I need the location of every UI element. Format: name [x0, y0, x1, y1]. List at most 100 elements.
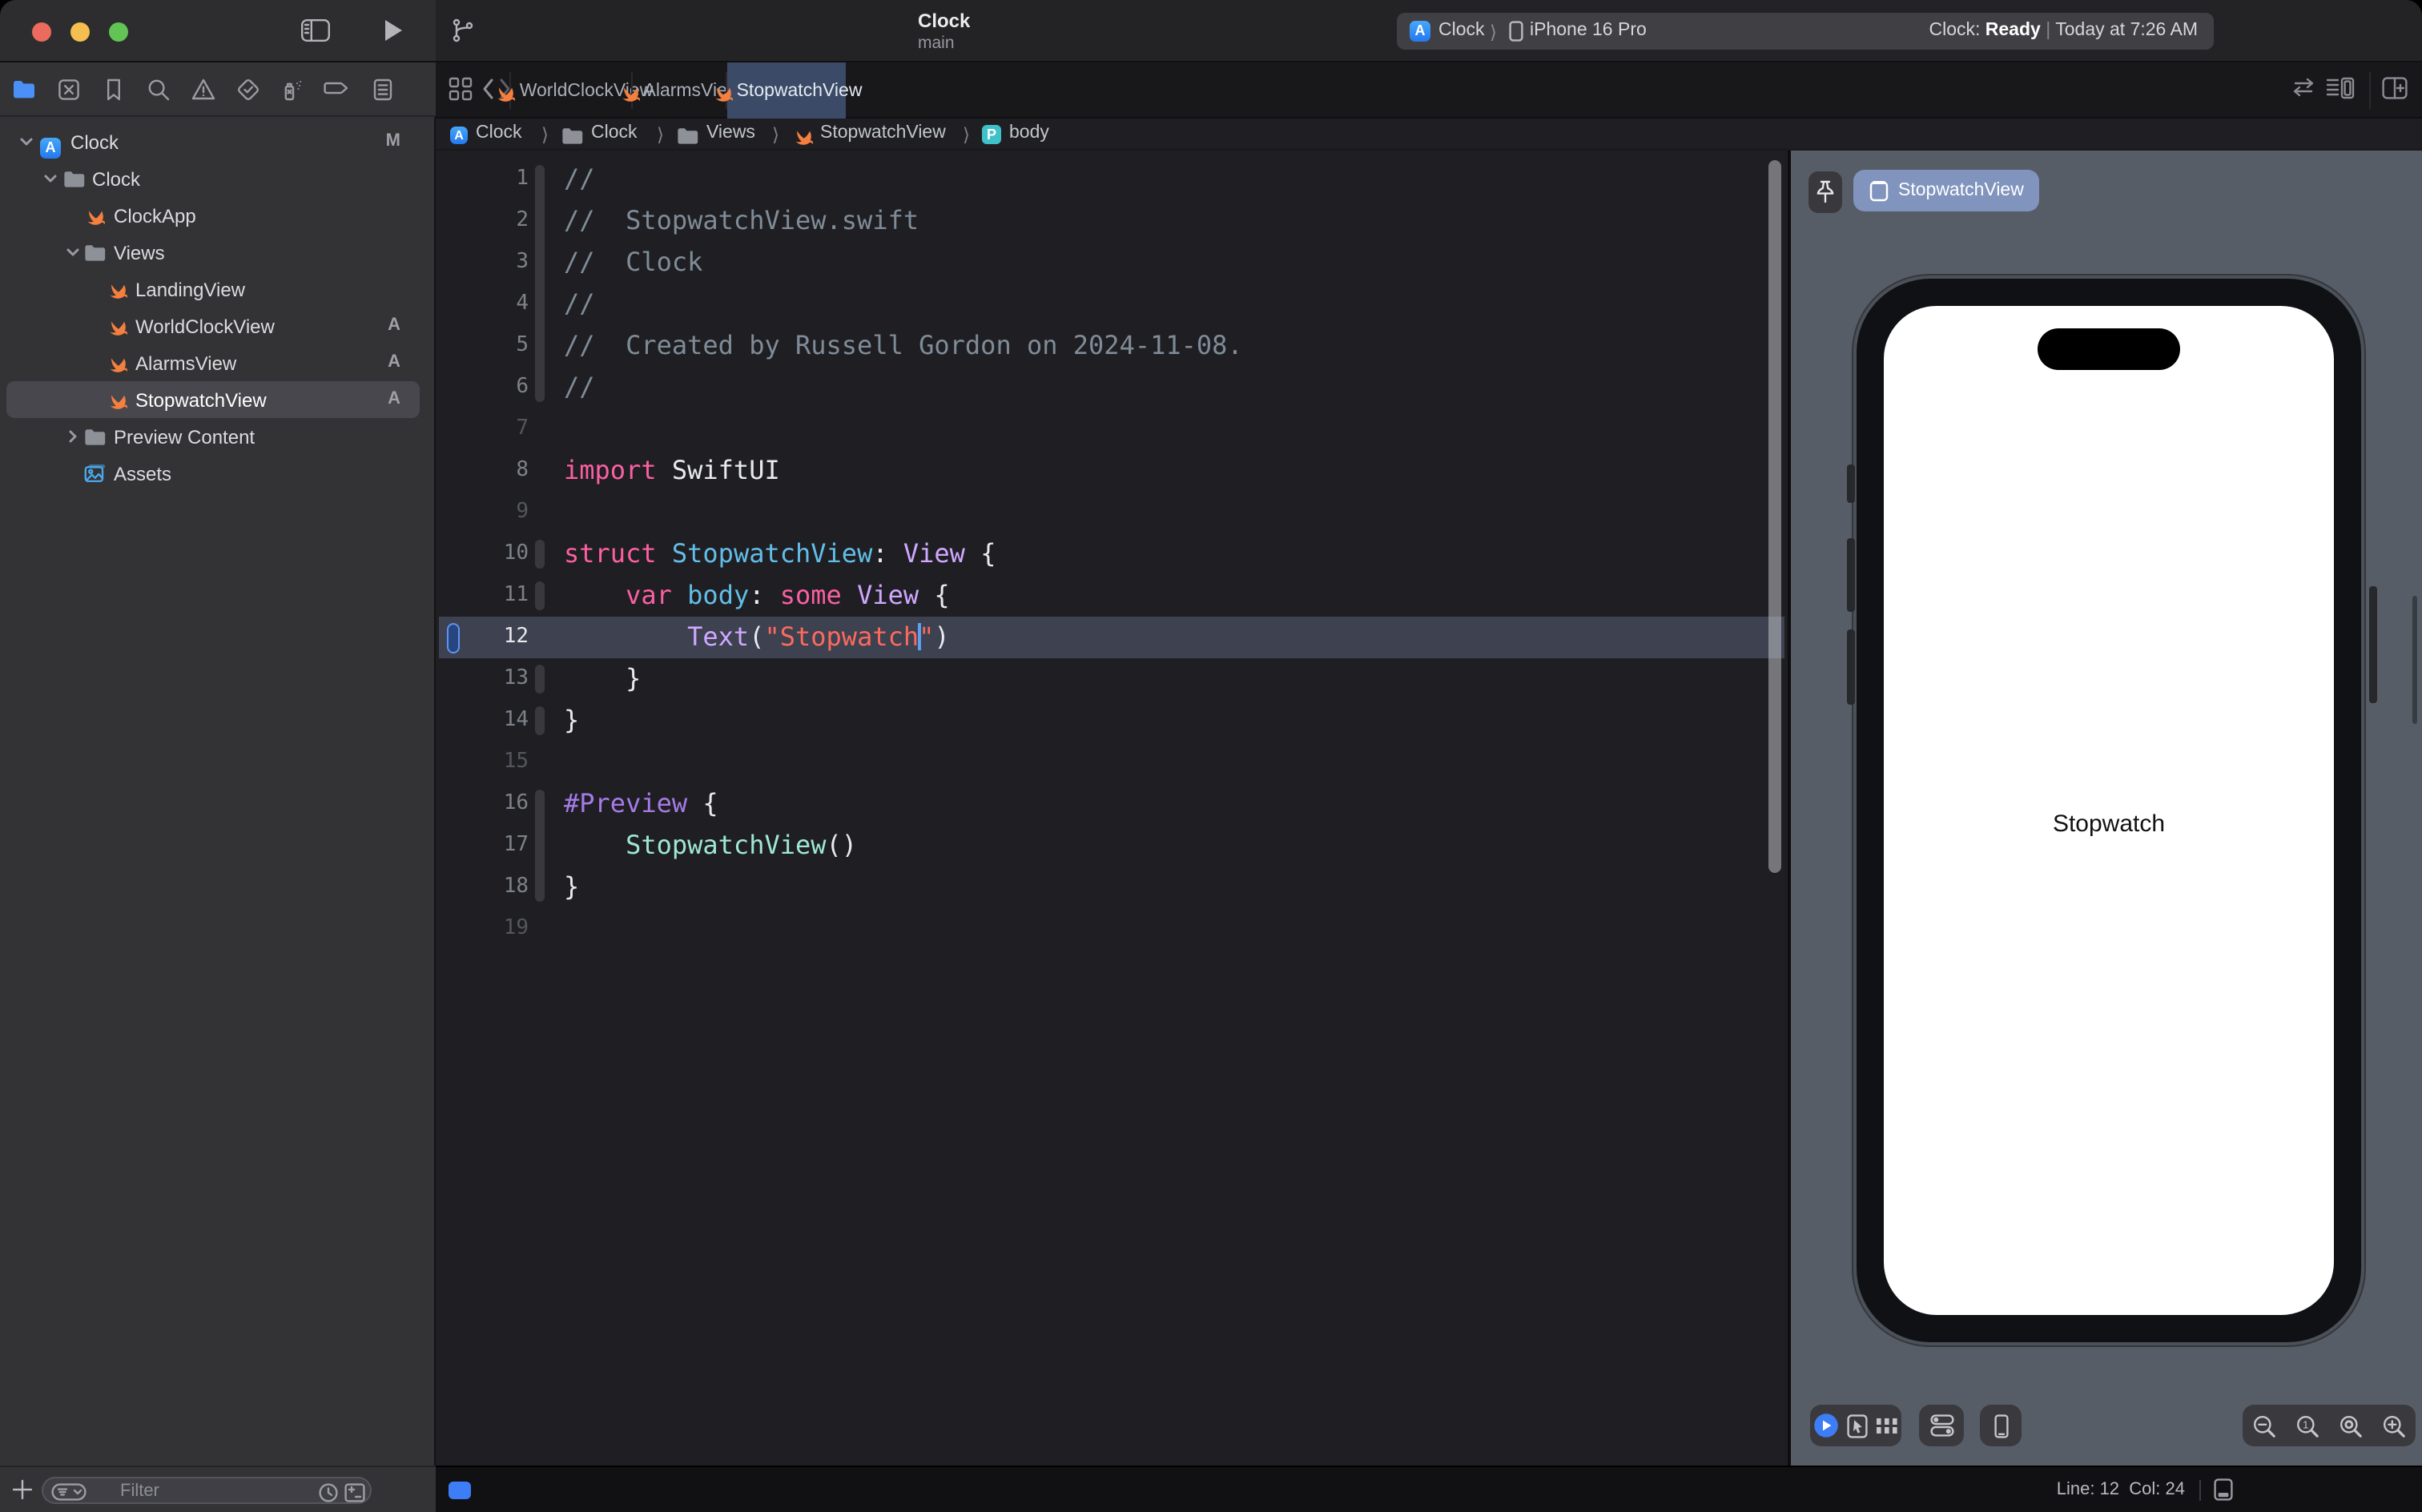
activity-status: Clock: Ready | Today at 7:26 AM [1929, 21, 2198, 40]
live-preview-button[interactable] [1814, 1413, 1840, 1438]
reports-navigator-icon[interactable] [370, 77, 396, 103]
code-line-12[interactable]: 12 Text("Stopwatch") [436, 617, 1784, 658]
bookmarks-navigator-icon[interactable] [101, 77, 127, 103]
code-line-19[interactable]: 19 [436, 908, 1784, 950]
canvas-scrollbar[interactable] [2412, 596, 2417, 724]
close-window-button[interactable] [32, 22, 51, 41]
filter-input[interactable] [120, 1480, 312, 1501]
source-editor[interactable]: 1//2// StopwatchView.swift3// Clock4//5/… [436, 151, 1784, 1466]
line-number: 11 [436, 575, 529, 617]
zoom-out-button[interactable] [2252, 1413, 2276, 1438]
code-line-3[interactable]: 3// Clock [436, 242, 1784, 284]
add-editor-icon[interactable] [2382, 77, 2408, 99]
sidebar-item-stopwatchview[interactable]: StopwatchViewA [0, 381, 436, 418]
sidebar-item-views[interactable]: Views [0, 234, 436, 271]
code-line-10[interactable]: 10struct StopwatchView: View { [436, 533, 1784, 575]
code-line-13[interactable]: 13 } [436, 658, 1784, 700]
device-screen[interactable]: Stopwatch [1884, 306, 2334, 1315]
breadcrumb-item[interactable]: Clock [591, 123, 638, 143]
navigator-toggle-icon[interactable] [301, 19, 330, 42]
code-line-1[interactable]: 1// [436, 159, 1784, 200]
tab-stopwatchview[interactable]: StopwatchView [727, 62, 846, 119]
tab-worldclockview[interactable]: WorldClockView [516, 62, 631, 119]
find-navigator-icon[interactable] [146, 77, 171, 103]
zoom-fit-button[interactable] [2339, 1413, 2363, 1438]
back-icon[interactable] [481, 77, 495, 101]
recents-icon[interactable] [319, 1482, 338, 1502]
debug-navigator-icon[interactable] [279, 77, 304, 103]
code-line-15[interactable]: 15 [436, 742, 1784, 783]
issues-navigator-icon[interactable] [191, 77, 216, 103]
line-number: 12 [436, 617, 529, 658]
run-destination-device[interactable]: iPhone 16 Pro [1530, 21, 1647, 40]
scheme-name[interactable]: Clock [918, 10, 970, 32]
related-items-icon[interactable] [449, 77, 473, 101]
code-line-5[interactable]: 5// Created by Russell Gordon on 2024-11… [436, 325, 1784, 367]
zoom-100-button[interactable]: 1 [2295, 1413, 2319, 1438]
code-line-4[interactable]: 4// [436, 284, 1784, 325]
breakpoints-navigator-icon[interactable] [324, 77, 349, 103]
code-line-17[interactable]: 17 StopwatchView() [436, 825, 1784, 867]
breakpoint-indicator[interactable] [449, 1482, 471, 1499]
code-line-8[interactable]: 8import SwiftUI [436, 450, 1784, 492]
project-navigator-icon[interactable] [11, 77, 37, 103]
breadcrumb-item[interactable]: body [1009, 123, 1049, 143]
sidebar-item-alarmsview[interactable]: AlarmsViewA [0, 344, 436, 381]
filter-field[interactable] [42, 1477, 372, 1504]
document-icon[interactable] [2214, 1478, 2233, 1501]
sidebar-item-worldclockview[interactable]: WorldClockViewA [0, 308, 436, 344]
activity-viewer[interactable]: A Clock ⟩ iPhone 16 Pro Clock: Ready | T… [1397, 13, 2214, 50]
swap-editor-icon[interactable] [2291, 77, 2316, 98]
swift-icon [83, 204, 106, 227]
run-button[interactable] [383, 18, 404, 43]
disclosure-right-icon[interactable] [66, 429, 80, 444]
add-remove-icon[interactable] [344, 1482, 365, 1502]
breadcrumb-item[interactable]: StopwatchView [820, 123, 946, 143]
source-control-navigator-icon[interactable] [56, 77, 82, 103]
code-line-18[interactable]: 18} [436, 867, 1784, 908]
minimize-window-button[interactable] [70, 22, 90, 41]
line-number: 2 [436, 200, 529, 242]
device-button[interactable] [1994, 1413, 2008, 1438]
breadcrumb-item[interactable]: Views [706, 123, 755, 143]
code-line-14[interactable]: 14} [436, 700, 1784, 742]
breadcrumb-item[interactable]: Clock [476, 123, 522, 143]
editor-options-icon[interactable] [2326, 77, 2355, 99]
sidebar-item-clock[interactable]: AClockM [0, 123, 436, 160]
sidebar-item-landingview[interactable]: LandingView [0, 271, 436, 308]
filter-options-icon[interactable] [51, 1483, 86, 1501]
iphone-preview-device[interactable]: Stopwatch [1853, 275, 2364, 1345]
sidebar-item-clockapp[interactable]: ClockApp [0, 197, 436, 234]
line-number: 10 [436, 533, 529, 575]
jump-bar[interactable]: AClock⟩Clock⟩Views⟩StopwatchView⟩Pbody [436, 119, 2422, 151]
code-line-2[interactable]: 2// StopwatchView.swift [436, 200, 1784, 242]
code-text: StopwatchView() [564, 825, 857, 867]
code-line-7[interactable]: 7 [436, 408, 1784, 450]
code-line-11[interactable]: 11 var body: some View { [436, 575, 1784, 617]
zoom-in-button[interactable] [2382, 1413, 2406, 1438]
sidebar-item-clock[interactable]: Clock [0, 160, 436, 197]
add-file-button[interactable] [11, 1478, 34, 1501]
selectable-mode-button[interactable] [1847, 1413, 1868, 1438]
zoom-window-button[interactable] [109, 22, 128, 41]
xcode-project-icon: A [40, 131, 62, 153]
line-number: 17 [436, 825, 529, 867]
sidebar-item-assets[interactable]: Assets [0, 455, 436, 492]
project-navigator: AClockMClockClockAppViewsLandingViewWorl… [0, 117, 436, 1466]
code-line-9[interactable]: 9 [436, 492, 1784, 533]
tests-navigator-icon[interactable] [235, 77, 261, 103]
disclosure-down-icon[interactable] [42, 171, 57, 186]
file-status-badge: A [388, 316, 400, 335]
preview-tag[interactable]: StopwatchView [1853, 170, 2040, 211]
editor-scrollbar[interactable] [1768, 160, 1781, 873]
disclosure-down-icon[interactable] [19, 135, 34, 149]
pin-icon [1815, 179, 1836, 205]
device-settings-button[interactable] [1929, 1414, 1953, 1437]
code-line-16[interactable]: 16#Preview { [436, 783, 1784, 825]
run-destination-project[interactable]: Clock [1438, 21, 1485, 40]
code-line-6[interactable]: 6// [436, 367, 1784, 408]
sidebar-item-preview-content[interactable]: Preview Content [0, 418, 436, 455]
variants-button[interactable] [1875, 1418, 1897, 1434]
disclosure-down-icon[interactable] [66, 245, 80, 259]
pin-preview-button[interactable] [1808, 171, 1842, 213]
